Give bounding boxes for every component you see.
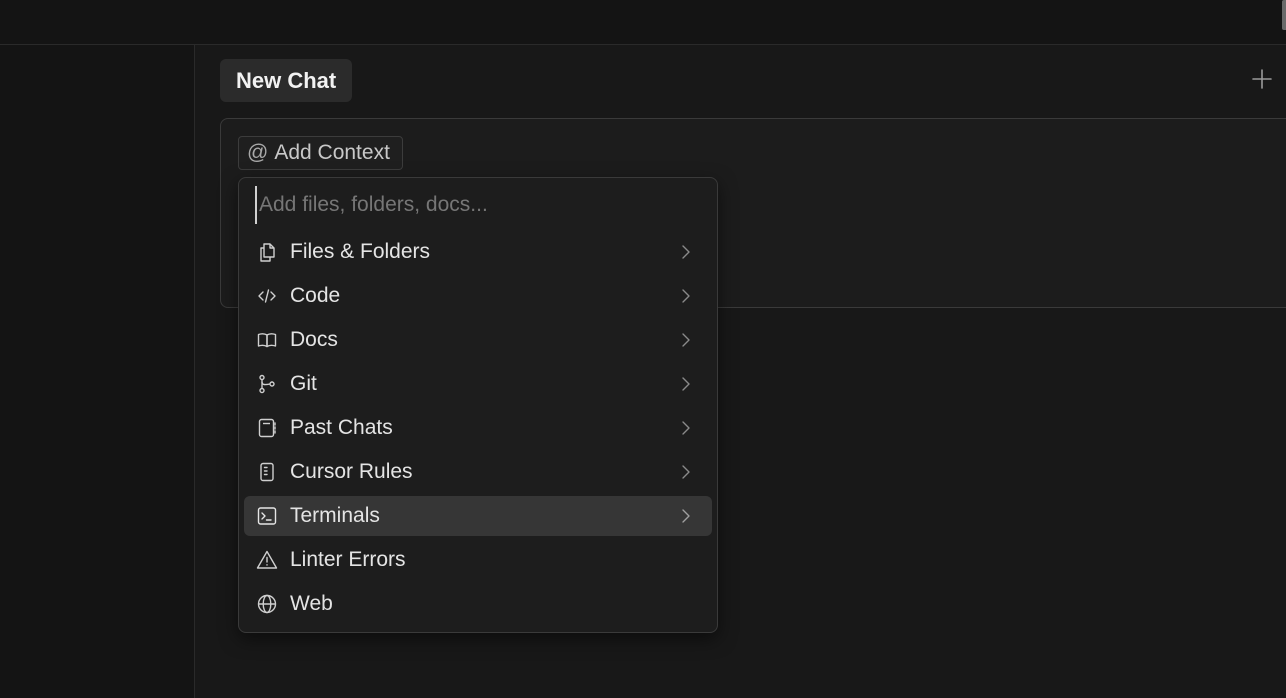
warning-icon bbox=[256, 549, 278, 571]
chevron-right-icon bbox=[676, 242, 696, 262]
title-bar bbox=[0, 0, 1286, 45]
menu-item-files-folders[interactable]: Files & Folders bbox=[244, 232, 712, 272]
context-search-input[interactable] bbox=[255, 186, 701, 224]
menu-item-label: Files & Folders bbox=[290, 240, 431, 263]
menu-item-label: Code bbox=[290, 284, 341, 307]
chevron-right-icon bbox=[676, 374, 696, 394]
chevron-right-icon bbox=[676, 330, 696, 350]
chat-title-tab[interactable]: New Chat bbox=[220, 59, 353, 102]
menu-item-web[interactable]: Web bbox=[244, 584, 712, 624]
menu-item-terminals[interactable]: Terminals bbox=[244, 496, 712, 536]
at-icon: @ bbox=[247, 141, 269, 164]
chevron-right-icon bbox=[676, 418, 696, 438]
left-panel bbox=[0, 45, 195, 698]
menu-item-label: Terminals bbox=[290, 504, 380, 527]
context-menu: Files & Folders Code Docs bbox=[238, 177, 718, 633]
menu-item-code[interactable]: Code bbox=[244, 276, 712, 316]
menu-item-label: Cursor Rules bbox=[290, 460, 413, 483]
notebook-icon bbox=[256, 417, 278, 439]
menu-item-docs[interactable]: Docs bbox=[244, 320, 712, 360]
add-context-label: Add Context bbox=[274, 141, 390, 164]
menu-item-label: Docs bbox=[290, 328, 338, 351]
chevron-right-icon bbox=[676, 462, 696, 482]
git-branch-icon bbox=[256, 373, 278, 395]
menu-item-git[interactable]: Git bbox=[244, 364, 712, 404]
terminal-icon bbox=[256, 505, 278, 527]
book-icon bbox=[256, 329, 278, 351]
menu-item-past-chats[interactable]: Past Chats bbox=[244, 408, 712, 448]
plus-icon[interactable] bbox=[1250, 67, 1274, 91]
menu-item-linter-errors[interactable]: Linter Errors bbox=[244, 540, 712, 580]
window-scrollbar-handle[interactable] bbox=[1282, 0, 1286, 30]
add-context-button[interactable]: @ Add Context bbox=[238, 136, 403, 170]
menu-item-cursor-rules[interactable]: Cursor Rules bbox=[244, 452, 712, 492]
code-icon bbox=[256, 285, 278, 307]
rules-icon bbox=[256, 461, 278, 483]
files-icon bbox=[256, 241, 278, 263]
chevron-right-icon bbox=[676, 506, 696, 526]
menu-item-label: Git bbox=[290, 372, 317, 395]
globe-icon bbox=[256, 593, 278, 615]
chevron-right-icon bbox=[676, 286, 696, 306]
menu-item-label: Past Chats bbox=[290, 416, 393, 439]
menu-item-label: Web bbox=[290, 592, 333, 615]
menu-item-label: Linter Errors bbox=[290, 548, 406, 571]
